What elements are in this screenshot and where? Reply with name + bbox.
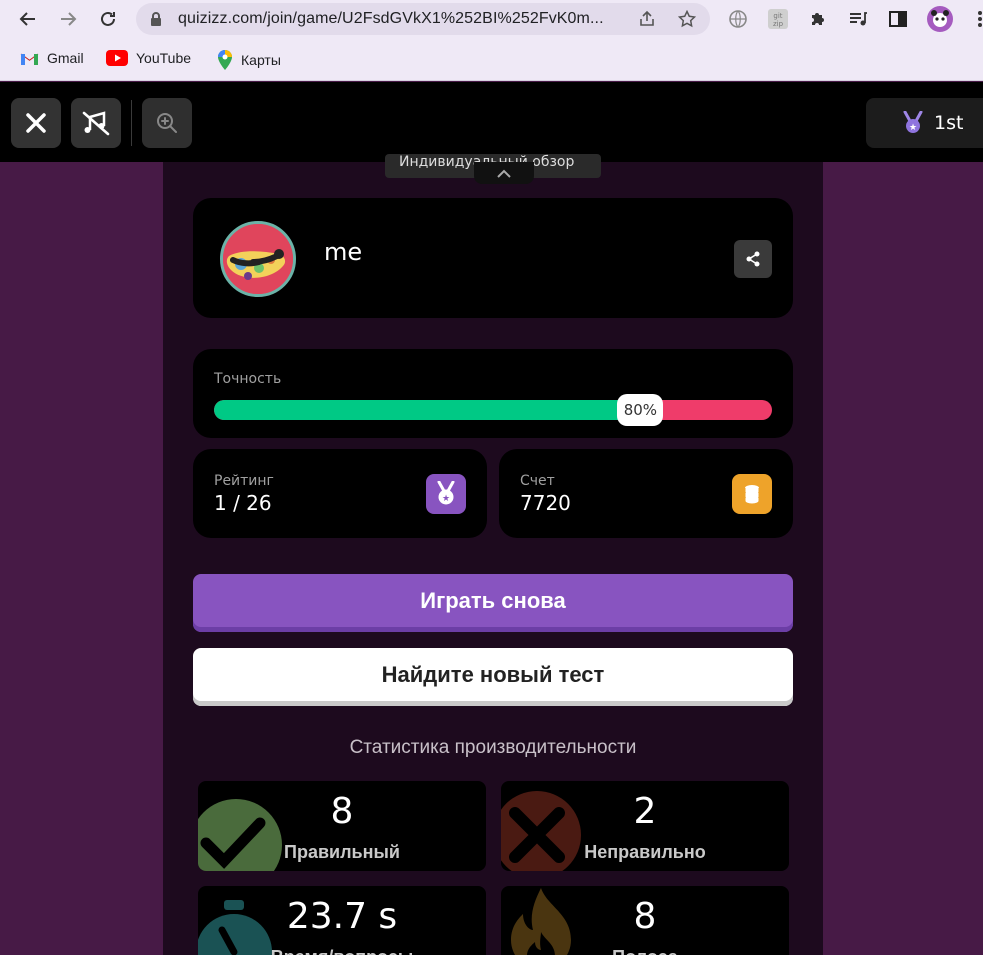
forward-arrow-icon [61, 12, 77, 26]
maps-icon [218, 50, 232, 70]
profile-card: me [193, 198, 793, 318]
bookmark-label: YouTube [136, 50, 192, 66]
streak-label: Полоса [501, 947, 789, 955]
music-off-icon [82, 111, 110, 136]
address-bar[interactable]: quizizz.com/join/game/U2FsdGVkX1%252BI%2… [136, 3, 710, 35]
browser-toolbar: quizizz.com/join/game/U2FsdGVkX1%252BI%2… [0, 0, 983, 40]
chevron-up-icon [497, 169, 511, 178]
svg-text:zip: zip [773, 20, 784, 28]
share-button[interactable] [734, 240, 772, 278]
collapse-button[interactable] [474, 162, 534, 184]
close-icon [26, 113, 46, 133]
back-button[interactable] [15, 6, 41, 32]
svg-text:★: ★ [442, 494, 450, 504]
correct-tile: 8 Правильный [198, 781, 486, 871]
zoom-button[interactable] [142, 98, 192, 148]
performance-title: Статистика производительности [349, 737, 637, 758]
url-text: quizizz.com/join/game/U2FsdGVkX1%252BI%2… [178, 10, 604, 27]
player-name: me [324, 238, 363, 266]
time-per-question-label: Время/вопросы [198, 947, 486, 955]
bookmark-gmail[interactable]: Gmail [20, 50, 84, 66]
accuracy-bar-fill [214, 400, 661, 420]
reload-icon [101, 11, 115, 26]
time-per-question-value: 23.7 s [286, 896, 398, 937]
bookmark-label: Gmail [47, 50, 84, 66]
rating-label: Рейтинг [214, 473, 274, 489]
rank-badge: ★ 1st [866, 98, 983, 148]
back-arrow-icon [19, 12, 35, 26]
accuracy-label: Точность [214, 371, 282, 387]
reload-button[interactable] [95, 6, 121, 32]
side-panel-icon[interactable] [886, 7, 910, 31]
bookmark-maps[interactable]: Карты [217, 50, 281, 70]
score-card: Счет 7720 [499, 449, 793, 538]
bookmarks-bar: Gmail YouTube Карты [0, 40, 983, 81]
bookmark-star-icon[interactable] [678, 10, 696, 28]
profile-avatar-icon[interactable] [926, 5, 954, 33]
medal-icon: ★ [903, 111, 923, 133]
accuracy-value-badge: 80% [617, 394, 664, 426]
git-zip-icon[interactable]: git zip [766, 7, 790, 31]
correct-label: Правильный [284, 842, 400, 862]
share-icon [746, 251, 760, 267]
svg-text:★: ★ [909, 123, 917, 133]
avatar [220, 221, 296, 297]
play-again-button[interactable]: Играть снова [193, 574, 793, 632]
forward-button[interactable] [55, 6, 81, 32]
incorrect-label: Неправильно [584, 842, 706, 862]
correct-count: 8 [330, 791, 354, 832]
media-playlist-icon[interactable] [846, 7, 870, 31]
find-new-quiz-button[interactable]: Найдите новый тест [193, 648, 793, 706]
svg-text:git: git [773, 12, 782, 20]
close-button[interactable] [11, 98, 61, 148]
extensions-puzzle-icon[interactable] [806, 7, 830, 31]
incorrect-count: 2 [633, 791, 657, 832]
incorrect-tile: 2 Неправильно [501, 781, 789, 871]
browser-menu-icon[interactable] [968, 7, 983, 31]
bookmark-label: Карты [241, 52, 281, 68]
lock-icon [151, 12, 161, 26]
rating-card: Рейтинг 1 / 26 ★ [193, 449, 487, 538]
translate-globe-icon[interactable] [726, 7, 750, 31]
zoom-in-icon [157, 113, 177, 133]
score-value: 7720 [520, 491, 571, 515]
rating-value: 1 / 26 [214, 491, 272, 515]
medal-icon: ★ [426, 474, 466, 514]
bookmark-youtube[interactable]: YouTube [106, 50, 191, 66]
streak-value: 8 [633, 896, 657, 937]
accuracy-card: Точность 80% [193, 349, 793, 438]
share-page-icon[interactable] [638, 10, 656, 28]
quiz-header: ★ 1st [0, 82, 983, 162]
toolbar-divider [131, 100, 132, 146]
coins-icon [732, 474, 772, 514]
gmail-icon [20, 53, 39, 65]
youtube-icon [106, 50, 128, 66]
score-label: Счет [520, 473, 555, 489]
summary-panel: Индивидуальный обзор me Точность 80% Рей… [163, 154, 823, 955]
accuracy-bar [214, 400, 772, 420]
streak-tile: 8 Полоса [501, 886, 789, 955]
rank-label: 1st [934, 112, 964, 134]
time-per-question-tile: 23.7 s Время/вопросы [198, 886, 486, 955]
mute-button[interactable] [71, 98, 121, 148]
